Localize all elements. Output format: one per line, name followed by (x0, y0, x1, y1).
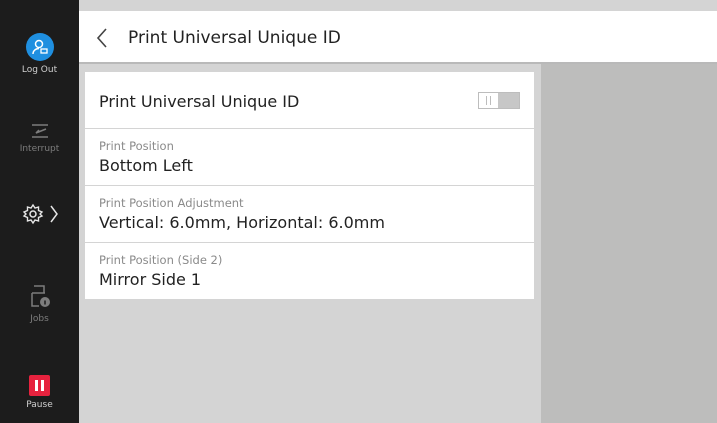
toggle-knob (498, 93, 519, 108)
print-position-value: Bottom Left (99, 156, 193, 175)
logout-button[interactable]: Log Out (0, 33, 79, 75)
back-icon[interactable] (95, 26, 111, 50)
gear-icon (22, 203, 43, 225)
settings-button[interactable] (0, 203, 79, 225)
interrupt-button[interactable]: Interrupt (0, 122, 79, 154)
print-position-adjustment-label: Print Position Adjustment (99, 196, 244, 210)
jobs-button[interactable]: Jobs (0, 284, 79, 324)
pause-label: Pause (26, 400, 53, 410)
print-position-adjustment-value: Vertical: 6.0mm, Horizontal: 6.0mm (99, 213, 385, 232)
user-icon (25, 33, 54, 61)
page-title: Print Universal Unique ID (128, 28, 341, 48)
jobs-label: Jobs (30, 314, 49, 324)
print-position-side2-label: Print Position (Side 2) (99, 253, 223, 267)
right-panel (541, 64, 717, 423)
print-uuid-toggle[interactable] (478, 92, 520, 109)
chevron-right-icon (49, 205, 58, 223)
settings-list: Print Universal Unique ID Print Position… (85, 72, 534, 300)
interrupt-icon (31, 124, 48, 138)
interrupt-label: Interrupt (19, 144, 60, 154)
print-position-side2-row[interactable]: Print Position (Side 2) Mirror Side 1 (85, 243, 534, 300)
pause-button[interactable]: Pause (0, 375, 79, 410)
sidebar: Log Out Interrupt Jobs Pause (0, 0, 79, 423)
print-position-row[interactable]: Print Position Bottom Left (85, 129, 534, 186)
print-position-label: Print Position (99, 139, 174, 153)
print-position-side2-value: Mirror Side 1 (99, 270, 202, 289)
pause-icon (29, 375, 50, 396)
print-uuid-row[interactable]: Print Universal Unique ID (85, 72, 534, 129)
print-uuid-label: Print Universal Unique ID (99, 92, 300, 111)
logout-label: Log Out (21, 65, 58, 75)
jobs-icon (30, 285, 50, 307)
print-position-adjustment-row[interactable]: Print Position Adjustment Vertical: 6.0m… (85, 186, 534, 243)
